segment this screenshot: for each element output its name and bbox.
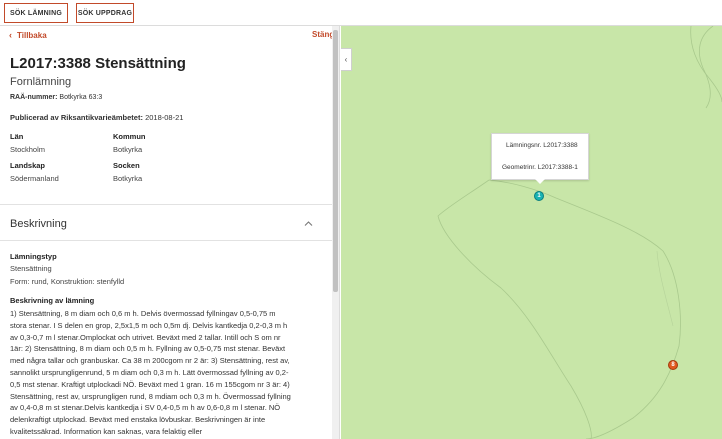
meta-kommun: Kommun Botkyrka (113, 132, 146, 154)
raa-value: Botkyrka 63:3 (59, 94, 103, 101)
lamningstyp-value: Stensättning (10, 264, 52, 273)
map-boundaries (437, 26, 722, 439)
kommun-value: Botkyrka (113, 145, 143, 154)
beskrivning-label: Beskrivning av lämning (10, 296, 95, 305)
form-value: Form: rund, Konstruktion: stenfylld (10, 277, 125, 286)
map-marker-8[interactable]: 8 (668, 360, 678, 370)
map-popup: Lämningsnr. L2017:3388 Geometrinr. L2017… (491, 133, 589, 180)
info-panel: ‹ Tillbaka Stäng L2017:3388 Stensättning… (0, 26, 340, 439)
back-label: Tillbaka (17, 30, 47, 40)
page-subtitle: Fornlämning (10, 76, 72, 88)
scrollbar-thumb[interactable] (333, 30, 338, 292)
socken-label: Socken (113, 161, 140, 170)
lamningstyp-label: Lämningstyp (10, 252, 57, 261)
lan-value: Stockholm (10, 145, 46, 154)
popup-lamningsnr: Lämningsnr. L2017:3388 (506, 142, 578, 149)
chevron-left-icon: ‹ (344, 55, 348, 64)
collapse-panel-button[interactable]: ‹ (341, 48, 352, 71)
map-marker-1[interactable]: 1 (534, 191, 544, 201)
meta-lan: Län Stockholm (10, 132, 45, 154)
search-uppdrag-button[interactable]: SÖK UPPDRAG (76, 3, 134, 23)
chevron-up-icon[interactable] (304, 219, 313, 228)
top-toolbar: SÖK LÄMNING SÖK UPPDRAG (0, 0, 722, 26)
popup-geometrinr: Geometrinr. L2017:3388-1 (502, 164, 578, 171)
section-beskrivning-header[interactable]: Beskrivning (10, 218, 67, 230)
landskap-value: Södermanland (10, 174, 59, 183)
landskap-label: Landskap (10, 161, 46, 170)
map-view[interactable] (341, 26, 722, 439)
divider (0, 240, 332, 241)
divider (0, 204, 332, 205)
popup-pointer (535, 179, 545, 184)
search-lamning-button[interactable]: SÖK LÄMNING (4, 3, 68, 23)
published-info: Publicerad av Riksantikvarieämbetet: 201… (10, 113, 183, 122)
meta-socken: Socken Botkyrka (113, 161, 142, 183)
beskrivning-text: 1) Stensättning, 8 m diam och 0,6 m h. D… (10, 309, 291, 436)
published-label: Publicerad av Riksantikvarieämbetet: (10, 113, 143, 122)
meta-landskap: Landskap Södermanland (10, 161, 59, 183)
close-link[interactable]: Stäng (312, 30, 334, 39)
back-link[interactable]: ‹ Tillbaka (9, 30, 47, 40)
raa-number: RAÄ-nummer: Botkyrka 63:3 (10, 94, 102, 101)
kommun-label: Kommun (113, 132, 146, 141)
raa-label: RAÄ-nummer: (10, 94, 58, 101)
published-value: 2018-08-21 (145, 113, 184, 122)
chevron-left-icon: ‹ (9, 30, 12, 40)
lan-label: Län (10, 132, 24, 141)
page-title: L2017:3388 Stensättning (10, 55, 186, 72)
socken-value: Botkyrka (113, 174, 143, 183)
